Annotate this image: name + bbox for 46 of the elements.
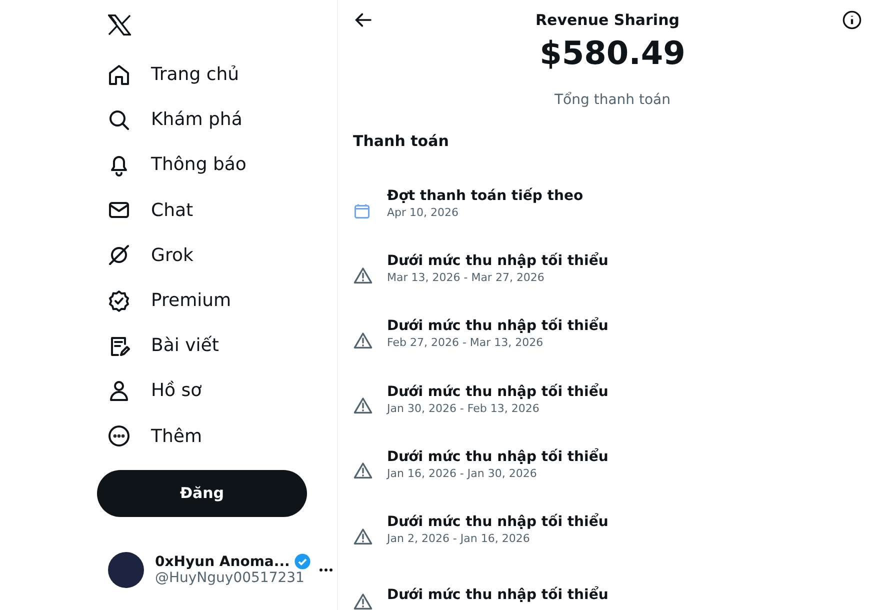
info-icon[interactable] bbox=[842, 10, 862, 30]
warning-icon bbox=[353, 526, 373, 547]
warning-icon bbox=[353, 330, 373, 351]
more-icon bbox=[107, 424, 131, 448]
slashed-circle-icon bbox=[107, 243, 131, 268]
check-badge-icon bbox=[107, 288, 131, 313]
payment-date: Feb 27, 2026 - Mar 13, 2026 bbox=[387, 336, 544, 350]
search-icon bbox=[107, 108, 131, 132]
nav-item[interactable]: Hồ sơ bbox=[97, 368, 208, 414]
back-button[interactable] bbox=[353, 10, 373, 30]
section-heading: Thanh toán bbox=[353, 132, 450, 150]
nav-item[interactable]: Thông báo bbox=[97, 142, 252, 188]
nav-item[interactable]: Chat bbox=[97, 188, 200, 233]
warning-icon bbox=[353, 266, 373, 286]
nav-item[interactable]: Thêm bbox=[97, 414, 208, 459]
calendar-icon bbox=[353, 202, 371, 220]
payment-title: Dưới mức thu nhập tối thiểu bbox=[387, 514, 608, 530]
nav-item[interactable]: Khám phá bbox=[97, 97, 248, 142]
payment-title: Dưới mức thu nhập tối thiểu bbox=[387, 318, 608, 334]
payment-date: Mar 13, 2026 - Mar 27, 2026 bbox=[387, 271, 546, 284]
nav-item[interactable]: Grok bbox=[97, 232, 200, 278]
person-icon bbox=[107, 378, 131, 403]
total-label: Tổng thanh toán bbox=[554, 92, 670, 108]
nav-item[interactable]: Bài viết bbox=[97, 323, 225, 368]
payment-date: Apr 10, 2026 bbox=[387, 206, 460, 220]
payment-date: Jan 2, 2026 - Jan 16, 2026 bbox=[387, 532, 531, 546]
payment-title: Dưới mức thu nhập tối thiểu bbox=[387, 448, 608, 465]
post-button[interactable]: Đăng bbox=[97, 470, 307, 517]
payment-title: Dưới mức thu nhập tối thiểu bbox=[387, 586, 608, 603]
payment-title: Đợt thanh toán tiếp theo bbox=[387, 188, 584, 204]
nav-item[interactable]: Premium bbox=[97, 278, 238, 324]
home-icon bbox=[107, 62, 131, 87]
page-title: Revenue Sharing bbox=[536, 11, 680, 29]
payment-date: Jan 30, 2026 - Feb 13, 2026 bbox=[387, 402, 540, 415]
warning-icon bbox=[353, 396, 373, 416]
account-handle: @HuyNguy00517231 bbox=[155, 570, 306, 586]
total-amount: $580.49 bbox=[540, 34, 686, 72]
payment-title: Dưới mức thu nhập tối thiểu bbox=[387, 384, 608, 400]
avatar[interactable] bbox=[108, 552, 144, 588]
warning-icon bbox=[353, 461, 373, 482]
more-icon[interactable] bbox=[319, 568, 333, 572]
warning-icon bbox=[353, 592, 373, 610]
payment-title: Dưới mức thu nhập tối thiểu bbox=[387, 253, 608, 270]
account-name: 0xHyun Anoma... bbox=[155, 554, 290, 570]
payment-date: Jan 16, 2026 - Jan 30, 2026 bbox=[387, 466, 538, 480]
nav-item[interactable]: Trang chủ bbox=[97, 52, 246, 98]
